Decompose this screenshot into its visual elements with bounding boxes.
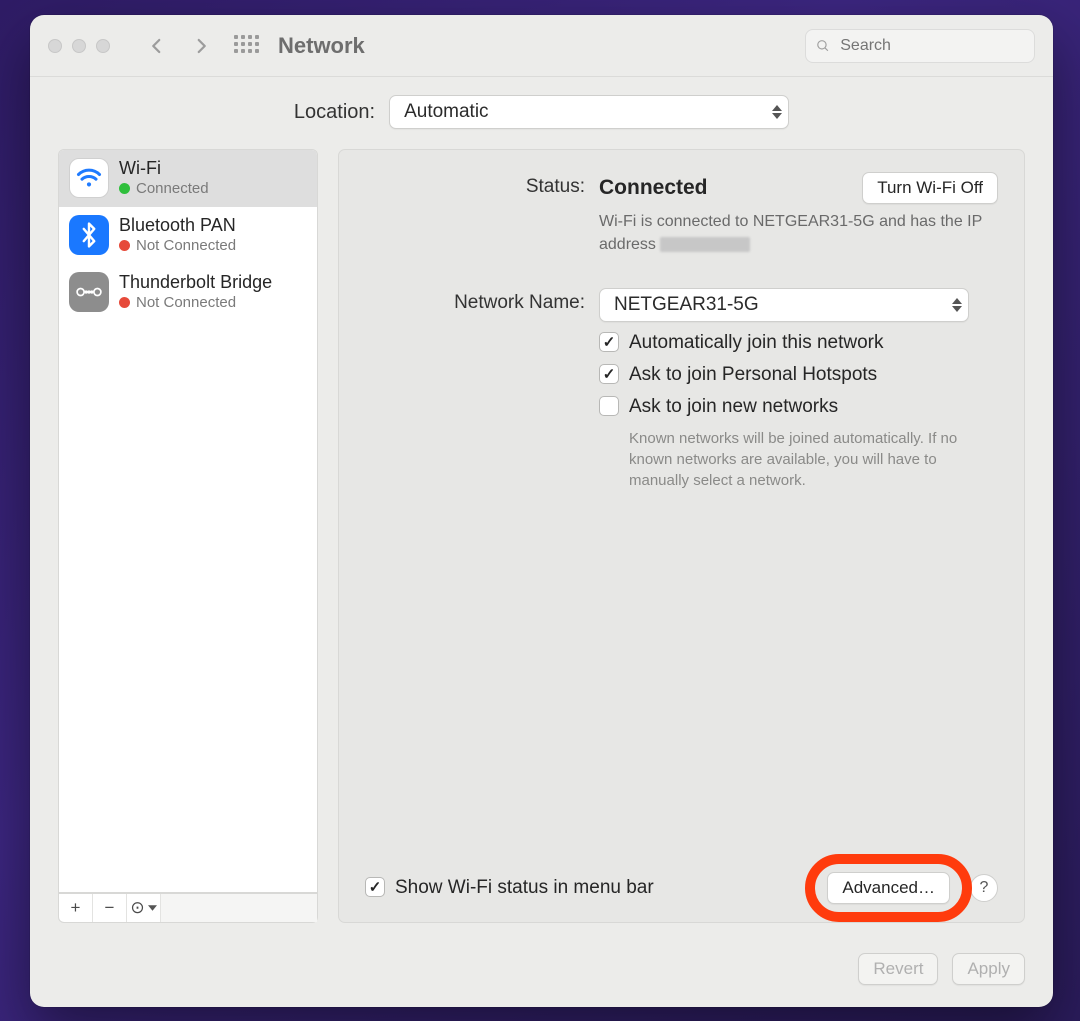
toolbar: Network <box>30 15 1053 77</box>
status-dot-icon <box>119 183 130 194</box>
sidebar-toolbar: + − ⊙ <box>58 893 318 923</box>
detail-panel: Status: Connected Turn Wi-Fi Off Wi-Fi i… <box>338 149 1025 923</box>
revert-button[interactable]: Revert <box>858 953 938 985</box>
status-label: Status: <box>365 172 585 198</box>
sidebar-item-label: Wi-Fi <box>119 158 209 180</box>
network-name-value: NETGEAR31-5G <box>614 294 759 316</box>
ask-hotspots-checkbox[interactable]: Ask to join Personal Hotspots <box>599 364 998 386</box>
checkbox-icon <box>599 332 619 352</box>
location-value: Automatic <box>404 101 488 123</box>
minus-icon: − <box>105 898 115 918</box>
stepper-icon <box>952 298 962 312</box>
sidebar-item-thunderbolt-bridge[interactable]: Thunderbolt Bridge Not Connected <box>59 264 317 321</box>
interface-sidebar: Wi-Fi Connected Bluetooth PAN Not Connec… <box>58 149 318 923</box>
search-field[interactable] <box>805 29 1035 63</box>
sidebar-item-wifi[interactable]: Wi-Fi Connected <box>59 150 317 207</box>
sidebar-toolbar-spacer <box>161 894 317 922</box>
redacted-ip <box>660 237 750 252</box>
apply-button[interactable]: Apply <box>952 953 1025 985</box>
plus-icon: + <box>71 898 81 918</box>
show-menubar-checkbox[interactable]: Show Wi-Fi status in menu bar <box>365 877 654 899</box>
checkbox-icon <box>599 396 619 416</box>
window-traffic-lights[interactable] <box>48 39 110 53</box>
annotation-highlight <box>805 854 972 922</box>
sidebar-item-label: Bluetooth PAN <box>119 215 236 237</box>
ask-new-hint: Known networks will be joined automatica… <box>629 428 989 491</box>
checkbox-icon <box>599 364 619 384</box>
sidebar-item-bluetooth-pan[interactable]: Bluetooth PAN Not Connected <box>59 207 317 264</box>
chevron-down-icon <box>148 905 157 911</box>
back-button[interactable] <box>142 31 172 61</box>
thunderbolt-bridge-icon <box>69 272 109 312</box>
minimize-dot[interactable] <box>72 39 86 53</box>
show-all-icon[interactable] <box>234 35 256 57</box>
close-dot[interactable] <box>48 39 62 53</box>
network-name-select[interactable]: NETGEAR31-5G <box>599 288 969 322</box>
remove-interface-button[interactable]: − <box>93 894 127 922</box>
window-footer: Revert Apply <box>30 943 1053 1007</box>
search-input[interactable] <box>838 36 1024 56</box>
location-row: Location: Automatic <box>30 77 1053 149</box>
more-icon: ⊙ <box>130 898 144 918</box>
auto-join-checkbox[interactable]: Automatically join this network <box>599 332 998 354</box>
forward-button[interactable] <box>186 31 216 61</box>
network-name-label: Network Name: <box>365 288 585 314</box>
page-title: Network <box>278 33 365 59</box>
sidebar-item-label: Thunderbolt Bridge <box>119 272 272 294</box>
status-value: Connected <box>599 176 708 200</box>
preferences-window: Network Location: Automatic <box>30 15 1053 1007</box>
location-label: Location: <box>294 101 375 124</box>
zoom-dot[interactable] <box>96 39 110 53</box>
bluetooth-icon <box>69 215 109 255</box>
more-actions-button[interactable]: ⊙ <box>127 894 161 922</box>
stepper-icon <box>772 105 782 119</box>
wifi-icon <box>69 158 109 198</box>
status-dot-icon <box>119 240 130 251</box>
status-subtext: Wi-Fi is connected to NETGEAR31-5G and h… <box>599 210 998 256</box>
help-icon: ? <box>980 879 989 897</box>
status-dot-icon <box>119 297 130 308</box>
wifi-toggle-button[interactable]: Turn Wi-Fi Off <box>862 172 998 204</box>
ask-new-networks-checkbox[interactable]: Ask to join new networks <box>599 396 998 418</box>
help-button[interactable]: ? <box>970 874 998 902</box>
add-interface-button[interactable]: + <box>59 894 93 922</box>
location-select[interactable]: Automatic <box>389 95 789 129</box>
checkbox-icon <box>365 877 385 897</box>
